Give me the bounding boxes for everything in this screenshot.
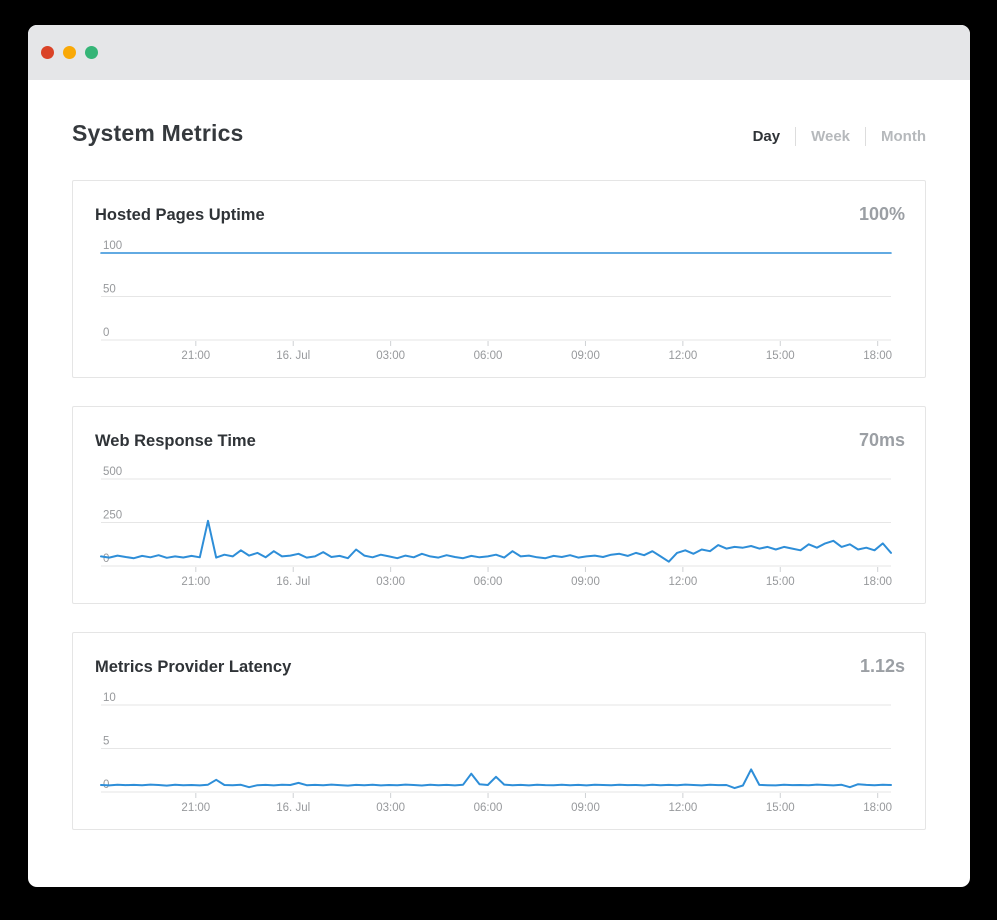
svg-text:100: 100 bbox=[103, 240, 122, 252]
window-titlebar bbox=[28, 25, 970, 80]
svg-text:50: 50 bbox=[103, 284, 116, 296]
tab-separator bbox=[795, 127, 796, 146]
minimize-button-icon[interactable] bbox=[63, 46, 76, 59]
latency-chart-card: Metrics Provider Latency 1.12s 105021:00… bbox=[72, 632, 926, 830]
svg-text:18:00: 18:00 bbox=[863, 576, 892, 588]
svg-text:06:00: 06:00 bbox=[474, 576, 503, 588]
svg-text:500: 500 bbox=[103, 466, 122, 478]
svg-text:15:00: 15:00 bbox=[766, 576, 795, 588]
tab-day[interactable]: Day bbox=[753, 128, 781, 145]
svg-text:16. Jul: 16. Jul bbox=[276, 350, 310, 362]
tab-month[interactable]: Month bbox=[881, 128, 926, 145]
svg-text:15:00: 15:00 bbox=[766, 350, 795, 362]
close-button-icon[interactable] bbox=[41, 46, 54, 59]
chart-current-value: 70ms bbox=[859, 430, 905, 451]
svg-text:5: 5 bbox=[103, 736, 109, 748]
chart-title: Web Response Time bbox=[95, 432, 256, 451]
svg-text:12:00: 12:00 bbox=[668, 802, 697, 814]
time-range-tabs: Day Week Month bbox=[753, 127, 926, 146]
card-header: Hosted Pages Uptime 100% bbox=[73, 181, 925, 225]
page-title: System Metrics bbox=[72, 120, 244, 147]
traffic-lights bbox=[41, 46, 98, 59]
page-header: System Metrics Day Week Month bbox=[72, 120, 926, 152]
svg-text:10: 10 bbox=[103, 692, 116, 704]
app-window: System Metrics Day Week Month Hosted Pag… bbox=[28, 25, 970, 887]
svg-text:03:00: 03:00 bbox=[376, 576, 405, 588]
svg-text:09:00: 09:00 bbox=[571, 576, 600, 588]
svg-text:0: 0 bbox=[103, 553, 109, 565]
svg-text:03:00: 03:00 bbox=[376, 350, 405, 362]
svg-text:06:00: 06:00 bbox=[474, 350, 503, 362]
chart-title: Metrics Provider Latency bbox=[95, 658, 291, 677]
svg-text:16. Jul: 16. Jul bbox=[276, 576, 310, 588]
tab-separator bbox=[865, 127, 866, 146]
svg-text:03:00: 03:00 bbox=[376, 802, 405, 814]
chart-current-value: 1.12s bbox=[860, 656, 905, 677]
svg-text:09:00: 09:00 bbox=[571, 350, 600, 362]
tab-week[interactable]: Week bbox=[811, 128, 850, 145]
chart-title: Hosted Pages Uptime bbox=[95, 206, 265, 225]
svg-text:18:00: 18:00 bbox=[863, 350, 892, 362]
svg-text:16. Jul: 16. Jul bbox=[276, 802, 310, 814]
svg-text:12:00: 12:00 bbox=[668, 350, 697, 362]
svg-text:21:00: 21:00 bbox=[181, 576, 210, 588]
svg-text:0: 0 bbox=[103, 327, 109, 339]
svg-text:12:00: 12:00 bbox=[668, 576, 697, 588]
zoom-button-icon[interactable] bbox=[85, 46, 98, 59]
svg-text:21:00: 21:00 bbox=[181, 802, 210, 814]
svg-text:06:00: 06:00 bbox=[474, 802, 503, 814]
svg-text:18:00: 18:00 bbox=[863, 802, 892, 814]
chart-current-value: 100% bbox=[859, 204, 905, 225]
card-header: Metrics Provider Latency 1.12s bbox=[73, 633, 925, 677]
card-header: Web Response Time 70ms bbox=[73, 407, 925, 451]
page-content: System Metrics Day Week Month Hosted Pag… bbox=[28, 80, 970, 830]
response-time-chart-card: Web Response Time 70ms 500 250 0 21:00 16. J… bbox=[72, 406, 926, 604]
svg-text:250: 250 bbox=[103, 510, 122, 522]
svg-text:21:00: 21:00 bbox=[181, 350, 210, 362]
svg-text:15:00: 15:00 bbox=[766, 802, 795, 814]
svg-text:09:00: 09:00 bbox=[571, 802, 600, 814]
uptime-chart-card: Hosted Pages Uptime 100% 100 50 0 21:00 16. … bbox=[72, 180, 926, 378]
